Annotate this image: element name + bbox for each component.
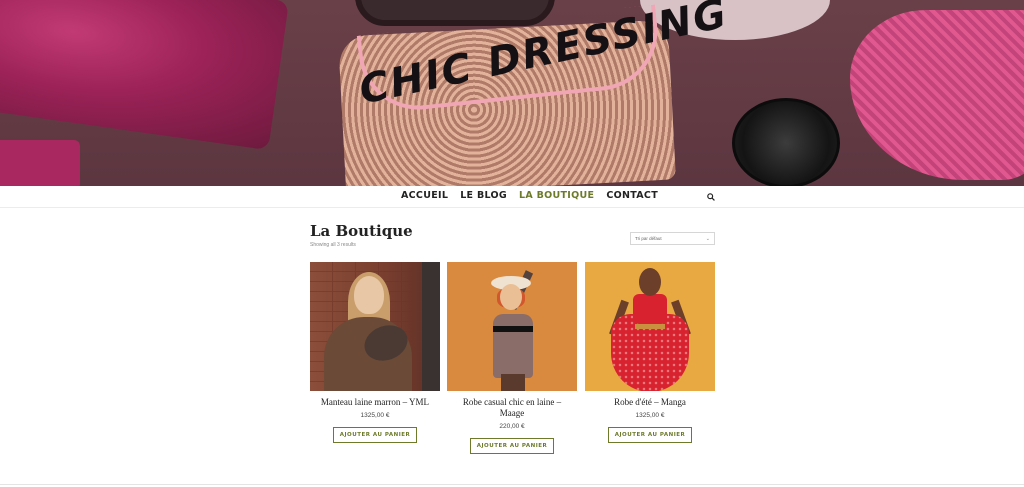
search-icon[interactable] bbox=[707, 193, 715, 201]
orderby-select[interactable]: Tri par défaut ⌄ bbox=[630, 232, 715, 245]
product-name[interactable]: Robe d'été – Manga bbox=[585, 397, 715, 408]
hero-banner: CHIC DRESSING bbox=[0, 0, 1024, 186]
orderby-selected-label: Tri par défaut bbox=[635, 236, 662, 241]
product-card: Manteau laine marron – YML 1325,00 € AJO… bbox=[310, 262, 440, 443]
nav-item-accueil[interactable]: ACCUEIL bbox=[401, 190, 448, 201]
product-price: 1325,00 € bbox=[360, 412, 390, 419]
product-image[interactable] bbox=[310, 262, 440, 391]
result-count: Showing all 3 results bbox=[310, 242, 356, 248]
compact-mirror-decoration bbox=[732, 98, 840, 186]
nav-item-contact[interactable]: CONTACT bbox=[606, 190, 658, 201]
product-price: 220,00 € bbox=[499, 423, 525, 430]
add-to-cart-button[interactable]: AJOUTER AU PANIER bbox=[607, 427, 693, 443]
product-name[interactable]: Manteau laine marron – YML bbox=[310, 397, 440, 408]
nav-item-la-boutique[interactable]: LA BOUTIQUE bbox=[519, 190, 594, 201]
product-card: Robe casual chic en laine – Maage 220,00… bbox=[447, 262, 577, 454]
nav-item-le-blog[interactable]: LE BLOG bbox=[460, 190, 507, 201]
product-card: Robe d'été – Manga 1325,00 € AJOUTER AU … bbox=[585, 262, 715, 443]
main-navigation: ACCUEIL LE BLOG LA BOUTIQUE CONTACT bbox=[0, 186, 1024, 208]
lace-decoration bbox=[850, 10, 1024, 180]
product-price: 1325,00 € bbox=[635, 412, 665, 419]
add-to-cart-button[interactable]: AJOUTER AU PANIER bbox=[332, 427, 418, 443]
product-name[interactable]: Robe casual chic en laine – Maage bbox=[447, 397, 577, 419]
chevron-down-icon: ⌄ bbox=[705, 236, 710, 242]
velvet-fabric-decoration bbox=[0, 140, 80, 186]
product-image[interactable] bbox=[585, 262, 715, 391]
product-image[interactable] bbox=[447, 262, 577, 391]
page-title: La Boutique bbox=[310, 222, 413, 240]
add-to-cart-button[interactable]: AJOUTER AU PANIER bbox=[469, 438, 555, 454]
nav-menu: ACCUEIL LE BLOG LA BOUTIQUE CONTACT bbox=[401, 190, 658, 201]
velvet-fabric-decoration bbox=[0, 0, 289, 151]
footer-divider bbox=[0, 484, 1024, 485]
